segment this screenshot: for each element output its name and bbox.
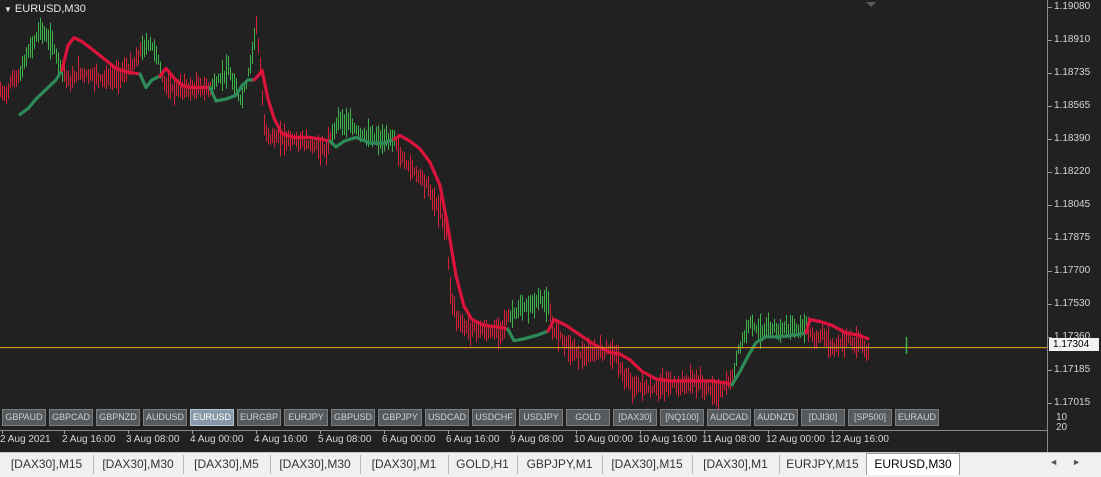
tab-active-chart[interactable]: EURUSD,M30 — [866, 453, 960, 475]
time-label: 5 Aug 08:00 — [318, 434, 372, 445]
symbol-button-usdjpy[interactable]: USDJPY — [519, 409, 563, 426]
price-label: 1.18735 — [1054, 67, 1091, 78]
time-label: 10 Aug 16:00 — [638, 434, 697, 445]
symbol-button-usdcad[interactable]: USDCAD — [425, 409, 469, 426]
trend-line-bull — [730, 331, 808, 387]
price-label: 1.17530 — [1054, 298, 1091, 309]
trend-line-bear — [252, 68, 332, 143]
price-tick — [1048, 40, 1052, 41]
tab-chart[interactable]: EURJPY,M15 — [779, 455, 867, 474]
time-label: 10 Aug 00:00 — [574, 434, 633, 445]
trend-line-bear — [546, 318, 734, 387]
price-tick — [1048, 238, 1052, 239]
time-label: 6 Aug 16:00 — [446, 434, 500, 445]
price-tick — [1048, 304, 1052, 305]
symbol-button-audnzd[interactable]: AUDNZD — [754, 409, 798, 426]
price-tick — [1048, 205, 1052, 206]
price-axis[interactable]: 1.19080 1.18910 1.18735 1.18565 1.18390 1.182… — [1047, 0, 1101, 452]
corner-label-bottom: 20 — [1056, 422, 1068, 433]
trend-line-bear — [804, 318, 870, 341]
time-label: 2 Aug 2021 — [0, 434, 51, 445]
symbol-button-usdchf[interactable]: USDCHF — [472, 409, 516, 426]
symbol-button-sp500[interactable]: [SP500] — [848, 409, 892, 426]
time-label: 4 Aug 16:00 — [254, 434, 308, 445]
symbol-button-gbpjpy[interactable]: GBPJPY — [378, 409, 422, 426]
price-label: 1.17875 — [1054, 232, 1091, 243]
symbol-button-gbpaud[interactable]: GBPAUD — [2, 409, 46, 426]
time-label: 6 Aug 00:00 — [382, 434, 436, 445]
tab-scroll-arrows[interactable]: ◄► — [1049, 457, 1095, 467]
time-axis[interactable]: 2 Aug 2021 2 Aug 16:00 3 Aug 08:00 4 Aug 00… — [0, 430, 1047, 453]
time-label: 9 Aug 08:00 — [510, 434, 564, 445]
symbol-button-gbpusd[interactable]: GBPUSD — [331, 409, 375, 426]
price-tick — [1048, 73, 1052, 74]
price-label: 1.18045 — [1054, 199, 1091, 210]
symbol-button-eurusd[interactable]: EURUSD — [190, 409, 234, 426]
trend-line-bull — [506, 327, 550, 343]
tab-chart[interactable]: [DAX30],M30 — [93, 455, 184, 474]
price-bars — [0, 15, 869, 414]
price-label: 1.18390 — [1054, 133, 1091, 144]
tab-chart[interactable]: [DAX30],M15 — [0, 455, 94, 474]
symbol-button-euraud[interactable]: EURAUD — [895, 409, 939, 426]
scroll-left-icon[interactable]: ◄ — [1049, 457, 1072, 467]
chart-tab-bar: ◄► [DAX30],M15 [DAX30],M30 [DAX30],M5 [DAX3… — [0, 452, 1101, 477]
chart-title: ▼ EURUSD,M30 — [4, 3, 86, 15]
time-label: 12 Aug 00:00 — [766, 434, 825, 445]
symbol-button-gold[interactable]: GOLD — [566, 409, 610, 426]
symbol-button-audcad[interactable]: AUDCAD — [707, 409, 751, 426]
price-tick — [1048, 403, 1052, 404]
symbol-button-bar: GBPAUD GBPCAD GBPNZD AUDUSD EURUSD EURGBP EURJ… — [2, 409, 939, 426]
price-label: 1.17700 — [1054, 265, 1091, 276]
symbol-timeframe: EURUSD,M30 — [14, 3, 86, 15]
price-label: 1.17015 — [1054, 397, 1091, 408]
current-price-label: 1.17304 — [1049, 338, 1099, 351]
time-label: 12 Aug 16:00 — [830, 434, 889, 445]
price-tick — [1048, 139, 1052, 140]
symbol-button-gbpnzd[interactable]: GBPNZD — [96, 409, 140, 426]
price-label: 1.18910 — [1054, 34, 1091, 45]
time-label: 4 Aug 00:00 — [190, 434, 244, 445]
time-label: 3 Aug 08:00 — [126, 434, 180, 445]
price-label: 1.18565 — [1054, 100, 1091, 111]
price-tick — [1048, 271, 1052, 272]
symbol-button-dji30[interactable]: [DJI30] — [801, 409, 845, 426]
tab-chart[interactable]: [DAX30],M1 — [692, 455, 780, 474]
tab-chart[interactable]: GOLD,H1 — [448, 455, 518, 474]
symbol-button-eurjpy[interactable]: EURJPY — [284, 409, 328, 426]
symbol-button-nq100[interactable]: [NQ100] — [660, 409, 704, 426]
symbol-button-dax30[interactable]: [DAX30] — [613, 409, 657, 426]
symbol-button-audusd[interactable]: AUDUSD — [143, 409, 187, 426]
symbol-button-eurgbp[interactable]: EURGBP — [237, 409, 281, 426]
price-tick — [1048, 370, 1052, 371]
time-label: 11 Aug 08:00 — [702, 434, 761, 445]
price-tick — [1048, 7, 1052, 8]
axis-corner-labels: 10 20 — [1056, 413, 1067, 433]
price-label: 1.17185 — [1054, 364, 1091, 375]
symbol-button-gbpcad[interactable]: GBPCAD — [49, 409, 93, 426]
time-label: 2 Aug 16:00 — [62, 434, 116, 445]
tab-chart[interactable]: [DAX30],M15 — [602, 455, 693, 474]
tab-chart[interactable]: GBPJPY,M1 — [517, 455, 603, 474]
tab-chart[interactable]: [DAX30],M30 — [270, 455, 361, 474]
price-tick — [1048, 106, 1052, 107]
chart-shift-marker-icon[interactable] — [866, 2, 876, 7]
price-chart[interactable] — [0, 0, 1047, 430]
price-tick — [1048, 172, 1052, 173]
caret-down-icon[interactable]: ▼ — [4, 5, 12, 14]
price-label: 1.19080 — [1054, 1, 1091, 12]
price-label: 1.18220 — [1054, 166, 1091, 177]
tab-chart[interactable]: [DAX30],M5 — [183, 455, 271, 474]
scroll-right-icon[interactable]: ► — [1072, 457, 1095, 467]
trend-line-bull — [138, 72, 162, 90]
trend-line-bull — [18, 68, 64, 117]
tab-chart[interactable]: [DAX30],M1 — [360, 455, 449, 474]
chart-window[interactable]: ▼ EURUSD,M30 1.19080 1.18910 1.18735 1.18565… — [0, 0, 1101, 453]
